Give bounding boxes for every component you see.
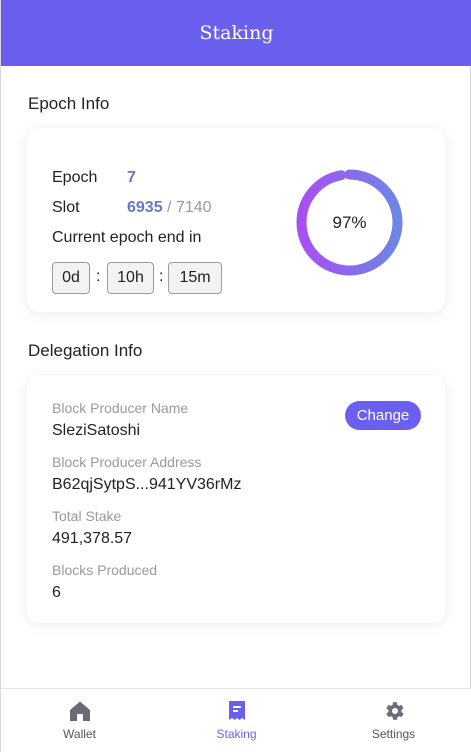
progress-percent: 97%	[332, 212, 367, 232]
delegation-info-title: Delegation Info	[28, 341, 143, 360]
blocks-produced-label: Blocks Produced	[52, 562, 158, 578]
slot-row: Slot 6935 / 7140	[52, 199, 212, 217]
nav-staking[interactable]: Staking	[158, 689, 315, 752]
home-icon	[69, 701, 90, 721]
time-separator: :	[159, 268, 164, 285]
app-header: Staking	[1, 0, 471, 66]
nav-wallet[interactable]: Wallet	[1, 689, 158, 752]
nav-staking-label: Staking	[216, 727, 257, 741]
bottom-nav: Wallet Staking Settings	[1, 688, 471, 752]
total-stake-label: Total Stake	[52, 508, 122, 524]
nav-settings[interactable]: Settings	[315, 689, 471, 752]
slot-label: Slot	[52, 199, 80, 216]
change-producer-button[interactable]: Change	[345, 401, 421, 430]
delegation-info-card: Change Block Producer Name SleziSatoshi …	[27, 375, 445, 623]
epoch-end-label: Current epoch end in	[52, 229, 202, 246]
epoch-value: 7	[127, 169, 136, 186]
staking-screen: Staking Epoch Info Epoch 7 Slot 6935 / 7…	[0, 0, 471, 752]
header-title: Staking	[199, 22, 274, 44]
blocks-produced: 6	[52, 584, 61, 601]
days-box: 0d	[52, 262, 90, 294]
epoch-info-title: Epoch Info	[28, 94, 110, 113]
slot-current: 6935	[127, 199, 163, 216]
total-stake: 491,378.57	[52, 530, 133, 547]
nav-settings-label: Settings	[371, 727, 416, 741]
hours-box: 10h	[107, 262, 154, 294]
producer-address-label: Block Producer Address	[52, 454, 202, 470]
producer-address: B62qjSytpS...941YV36rMz	[52, 476, 242, 493]
staking-icon	[228, 701, 245, 720]
epoch-label: Epoch	[52, 169, 98, 186]
slot-total: / 7140	[167, 199, 212, 216]
time-separator: :	[96, 268, 101, 285]
producer-name-label: Block Producer Name	[52, 400, 189, 416]
nav-wallet-label: Wallet	[63, 727, 96, 741]
gear-icon	[385, 702, 404, 720]
epoch-row: Epoch 7	[52, 169, 136, 187]
producer-name: SleziSatoshi	[52, 422, 141, 439]
epoch-info-card: Epoch 7 Slot 6935 / 7140 Current epoch e…	[27, 128, 445, 312]
minutes-box: 15m	[168, 262, 222, 294]
